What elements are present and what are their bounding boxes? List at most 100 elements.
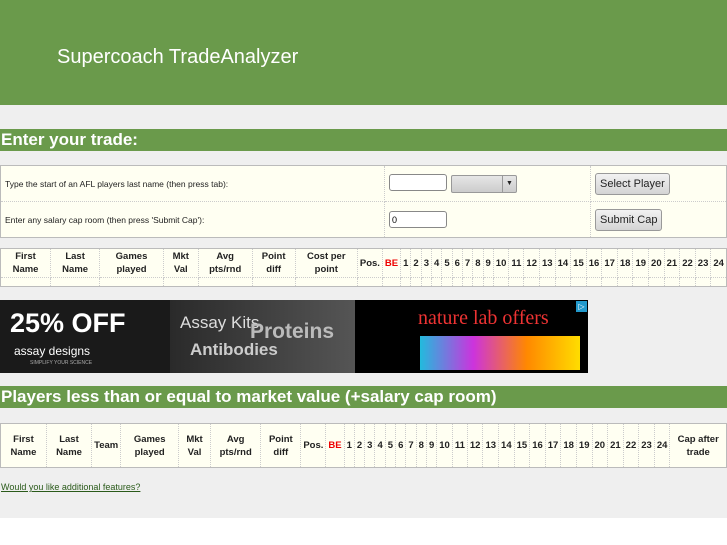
column-header: 23 [638,423,655,468]
column-header: Point diff [260,423,302,468]
player-name-label: Type the start of an AFL players last na… [0,165,385,202]
column-header: 14 [554,248,572,278]
column-header: 13 [482,423,500,468]
ad-choices-icon[interactable]: ▷ [576,301,587,312]
table-cell [632,277,650,287]
table-cell [50,277,101,287]
table-cell [554,277,572,287]
table-cell [251,277,296,287]
column-header: 11 [451,423,468,468]
salary-cap-input[interactable] [389,211,447,228]
column-header: Mkt Val [178,423,212,468]
column-header: 14 [498,423,515,468]
player-name-input[interactable] [389,174,447,192]
column-header: Games played [99,248,164,278]
table-cell [461,277,474,287]
column-header: 6 [451,248,463,278]
ad-brand: assay designs [14,344,91,358]
ad-product: Antibodies [190,340,278,359]
column-header: BE [325,423,345,468]
table-header-row: First Name Last Name Games played Mkt Val Av… [0,248,727,278]
ad-offer: nature lab offers [418,307,549,329]
table-cell [162,277,199,287]
column-header: Cap after trade [669,423,727,468]
results-table: First Name Last Name Team Games played Mkt V… [0,423,727,468]
column-header: 5 [441,248,453,278]
column-header: 22 [679,248,696,278]
column-header: First Name [0,248,52,278]
column-header: 18 [560,423,577,468]
table-cell [616,277,634,287]
column-header: 18 [616,248,634,278]
column-header: 24 [653,423,671,468]
column-header: 19 [632,248,650,278]
column-header: 10 [492,248,510,278]
column-header: 7 [461,248,474,278]
column-header: 2 [410,248,422,278]
table-cell [648,277,665,287]
column-header: 11 [508,248,525,278]
ad-headline: 25% OFF [10,308,126,338]
column-header: Cost per point [294,248,358,278]
column-header: 23 [694,248,712,278]
table-cell [400,277,412,287]
column-header: 1 [400,248,412,278]
column-header: 20 [648,248,665,278]
column-header: 15 [570,248,587,278]
table-cell [381,277,402,287]
column-header: 8 [472,248,484,278]
column-header: 21 [663,248,681,278]
table-cell [99,277,164,287]
column-header: Pos. [300,423,327,468]
footer-strip [0,518,727,545]
column-header: 2 [353,423,366,468]
column-header: 6 [395,423,407,468]
additional-features-link[interactable]: Would you like additional features? [1,482,140,492]
column-header: 20 [591,423,609,468]
column-header: BE [381,248,402,278]
trade-section-title: Enter your trade: [0,129,727,151]
column-header: 15 [513,423,531,468]
advertisement-banner[interactable]: 25% OFF assay designs SIMPLIFY YOUR SCIE… [0,300,588,373]
column-header: 13 [539,248,556,278]
column-header: 9 [425,423,438,468]
column-header: Games played [120,423,180,468]
column-header: Last Name [50,248,101,278]
submit-cap-button[interactable]: Submit Cap [595,208,663,231]
chevron-down-icon: ▼ [502,175,516,192]
column-header: 8 [415,423,427,468]
table-cell [585,277,603,287]
column-header: 4 [431,248,443,278]
column-header: 5 [384,423,397,468]
column-header: 12 [466,423,484,468]
table-cell [679,277,696,287]
column-header: 17 [601,248,618,278]
table-cell [492,277,510,287]
column-header: Avg pts/rnd [197,248,253,278]
table-cell [0,277,52,287]
table-cell [356,277,383,287]
trade-table: First Name Last Name Games played Mkt Val Av… [0,248,727,287]
column-header: 10 [436,423,453,468]
trade-form: Type the start of an AFL players last na… [0,165,727,238]
table-cell [451,277,463,287]
ad-tagline: SIMPLIFY YOUR SCIENCE [30,360,93,366]
table-cell [570,277,587,287]
player-select-dropdown[interactable]: ▼ [451,174,517,193]
column-header: 24 [710,248,727,278]
table-cell [410,277,422,287]
column-header: 17 [544,423,562,468]
column-header: 7 [405,423,417,468]
column-header: Point diff [251,248,296,278]
table-cell [431,277,443,287]
table-cell [710,277,727,287]
column-header: 12 [523,248,540,278]
column-header: 16 [529,423,546,468]
column-header: 22 [622,423,640,468]
column-header: 19 [575,423,593,468]
table-row [0,277,727,287]
select-player-button[interactable]: Select Player [595,172,670,195]
column-header: 21 [607,423,624,468]
ad-product: Assay Kits [180,313,260,332]
column-header: 3 [364,423,376,468]
